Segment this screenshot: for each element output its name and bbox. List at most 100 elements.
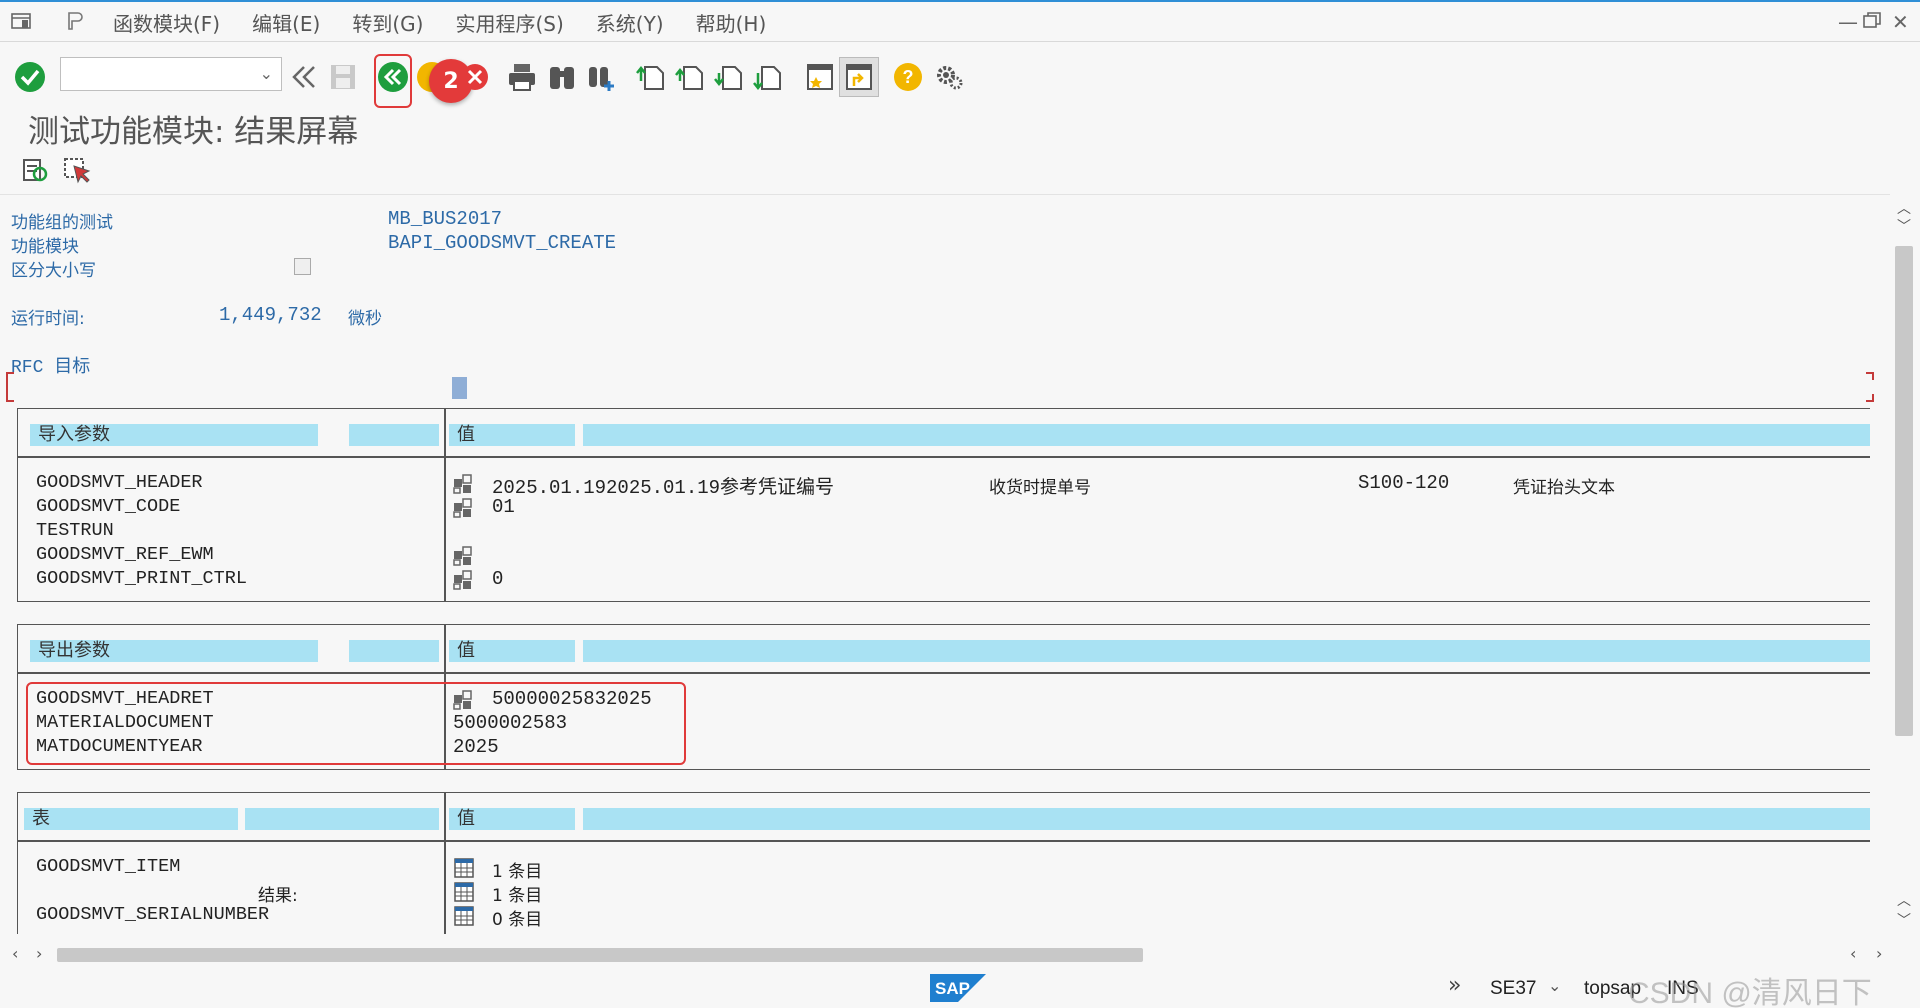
- first-page-icon[interactable]: [631, 57, 671, 97]
- chevron-down-icon[interactable]: ⌄: [260, 64, 273, 83]
- horizontal-scroll-thumb[interactable]: [57, 948, 1143, 962]
- menu-bar: 函数模块(F) 编辑(E) 转到(G) 实用程序(S) 系统(Y) 帮助(H) …: [0, 0, 1920, 42]
- last-page-icon[interactable]: [748, 57, 788, 97]
- tables-header-type: [245, 808, 439, 830]
- previous-page-icon[interactable]: [670, 57, 710, 97]
- export-header: 导出参数: [30, 640, 318, 662]
- rfc-target-label: RFC 目标: [11, 358, 91, 378]
- menu-edit[interactable]: 编辑(E): [252, 8, 320, 37]
- restore-icon[interactable]: [1862, 10, 1882, 34]
- tables-header: 表: [24, 808, 238, 830]
- enter-icon[interactable]: [10, 57, 50, 97]
- export-highlight-box: [26, 682, 686, 765]
- collapse-icon[interactable]: [284, 57, 324, 97]
- table-row-name: 结果:: [258, 886, 298, 906]
- import-row-extra: S100-120: [1358, 472, 1450, 494]
- save-icon[interactable]: [323, 57, 363, 97]
- table-icon[interactable]: [454, 906, 474, 926]
- table-row-name: GOODSMVT_SERIALNUMBER: [36, 904, 270, 925]
- frame-corner-right-bottom: [1866, 394, 1874, 402]
- menu-system[interactable]: 系统(Y): [596, 8, 664, 37]
- shortcut-icon[interactable]: [839, 57, 879, 97]
- find-icon[interactable]: [542, 57, 582, 97]
- case-sensitive-label: 区分大小写: [11, 261, 96, 281]
- import-row-extra: 凭证抬头文本: [1513, 478, 1615, 498]
- expand-status-icon[interactable]: »: [1448, 973, 1461, 998]
- structure-icon[interactable]: [452, 497, 474, 519]
- close-window-icon[interactable]: ✕: [1892, 10, 1909, 34]
- scroll-left-icon[interactable]: ‹: [1850, 944, 1856, 963]
- table-row-value: 1 条目: [492, 862, 543, 882]
- tables-header-fill: [583, 808, 1870, 830]
- scroll-right-icon[interactable]: ›: [36, 944, 42, 963]
- menu-goto[interactable]: 转到(G): [352, 8, 423, 37]
- runtime-label: 运行时间:: [11, 309, 85, 329]
- case-sensitive-checkbox[interactable]: [294, 258, 311, 275]
- layout-menu-icon[interactable]: [64, 10, 86, 32]
- back-highlight: [374, 54, 412, 108]
- import-row-name: GOODSMVT_HEADER: [36, 472, 203, 493]
- status-bar: SAP » SE37 ⌄ topsap INS CSDN @清风日下: [0, 966, 1920, 1008]
- scroll-up-icon[interactable]: ︿: [1897, 198, 1911, 218]
- import-row-extra: 收货时提单号: [989, 478, 1091, 498]
- import-row-name: TESTRUN: [36, 520, 114, 541]
- table-row-value: 0 条目: [492, 910, 543, 930]
- menu-utilities[interactable]: 实用程序(S): [455, 8, 563, 37]
- table-icon[interactable]: [454, 882, 474, 902]
- horizontal-scrollbar[interactable]: ‹ › ‹ ›: [0, 944, 1920, 966]
- import-header-divider: [17, 456, 1870, 458]
- import-row-name: GOODSMVT_PRINT_CTRL: [36, 568, 247, 589]
- cancel-icon[interactable]: [455, 57, 495, 97]
- select-icon[interactable]: [62, 156, 92, 186]
- menu-help[interactable]: 帮助(H): [696, 8, 767, 37]
- export-value-header: 值: [449, 640, 575, 662]
- function-group-label: 功能组的测试: [11, 213, 113, 233]
- cursor-marker: [452, 377, 467, 399]
- watermark: CSDN @清风日下: [1628, 977, 1872, 1008]
- import-value-header: 值: [449, 424, 575, 446]
- tables-header-divider: [17, 840, 1870, 842]
- vertical-scroll-thumb[interactable]: [1895, 246, 1913, 736]
- scroll-right-icon[interactable]: ›: [1876, 944, 1882, 963]
- import-column-divider: [444, 408, 446, 602]
- import-row-value: 01: [492, 496, 515, 518]
- menu-function-module[interactable]: 函数模块(F): [113, 8, 220, 37]
- import-header: 导入参数: [30, 424, 318, 446]
- scroll-up-icon[interactable]: ﹀: [1897, 216, 1911, 236]
- svg-text:?: ?: [903, 67, 914, 87]
- function-group-value: MB_BUS2017: [388, 208, 503, 230]
- structure-icon[interactable]: [452, 545, 474, 567]
- scroll-down-icon[interactable]: ﹀: [1897, 910, 1911, 930]
- minimize-icon[interactable]: —: [1838, 10, 1858, 34]
- import-header-type: [349, 424, 439, 446]
- print-icon[interactable]: [502, 57, 542, 97]
- export-header-type: [349, 640, 439, 662]
- import-row-name: GOODSMVT_REF_EWM: [36, 544, 214, 565]
- function-module-label: 功能模块: [11, 237, 79, 257]
- scroll-left-icon[interactable]: ‹: [12, 944, 18, 963]
- new-session-icon[interactable]: [800, 57, 840, 97]
- table-row-name: GOODSMVT_ITEM: [36, 856, 181, 877]
- table-icon[interactable]: [454, 858, 474, 878]
- settings-icon[interactable]: [928, 57, 968, 97]
- tables-column-divider: [444, 792, 446, 934]
- menu-icon[interactable]: [10, 10, 32, 32]
- export-header-divider: [17, 672, 1870, 674]
- page-title: 测试功能模块: 结果屏幕: [28, 114, 359, 150]
- next-page-icon[interactable]: [709, 57, 749, 97]
- find-next-icon[interactable]: [581, 57, 621, 97]
- structure-icon[interactable]: [452, 569, 474, 591]
- vertical-scrollbar[interactable]: ︿ ﹀ ︿ ﹀: [1893, 196, 1917, 936]
- import-row-value: 0: [492, 568, 504, 590]
- structure-icon[interactable]: [452, 473, 474, 495]
- chevron-down-icon[interactable]: ⌄: [1548, 976, 1561, 995]
- display-results-icon[interactable]: [20, 156, 50, 186]
- frame-corner-right: [1866, 372, 1874, 380]
- runtime-value: 1,449,732: [219, 304, 322, 326]
- help-icon[interactable]: ?: [888, 57, 928, 97]
- command-field[interactable]: ⌄: [60, 57, 282, 91]
- export-header-fill: [583, 640, 1870, 662]
- import-header-fill: [583, 424, 1870, 446]
- sap-logo: SAP: [930, 974, 986, 1002]
- scroll-down-icon[interactable]: ︿: [1897, 890, 1911, 910]
